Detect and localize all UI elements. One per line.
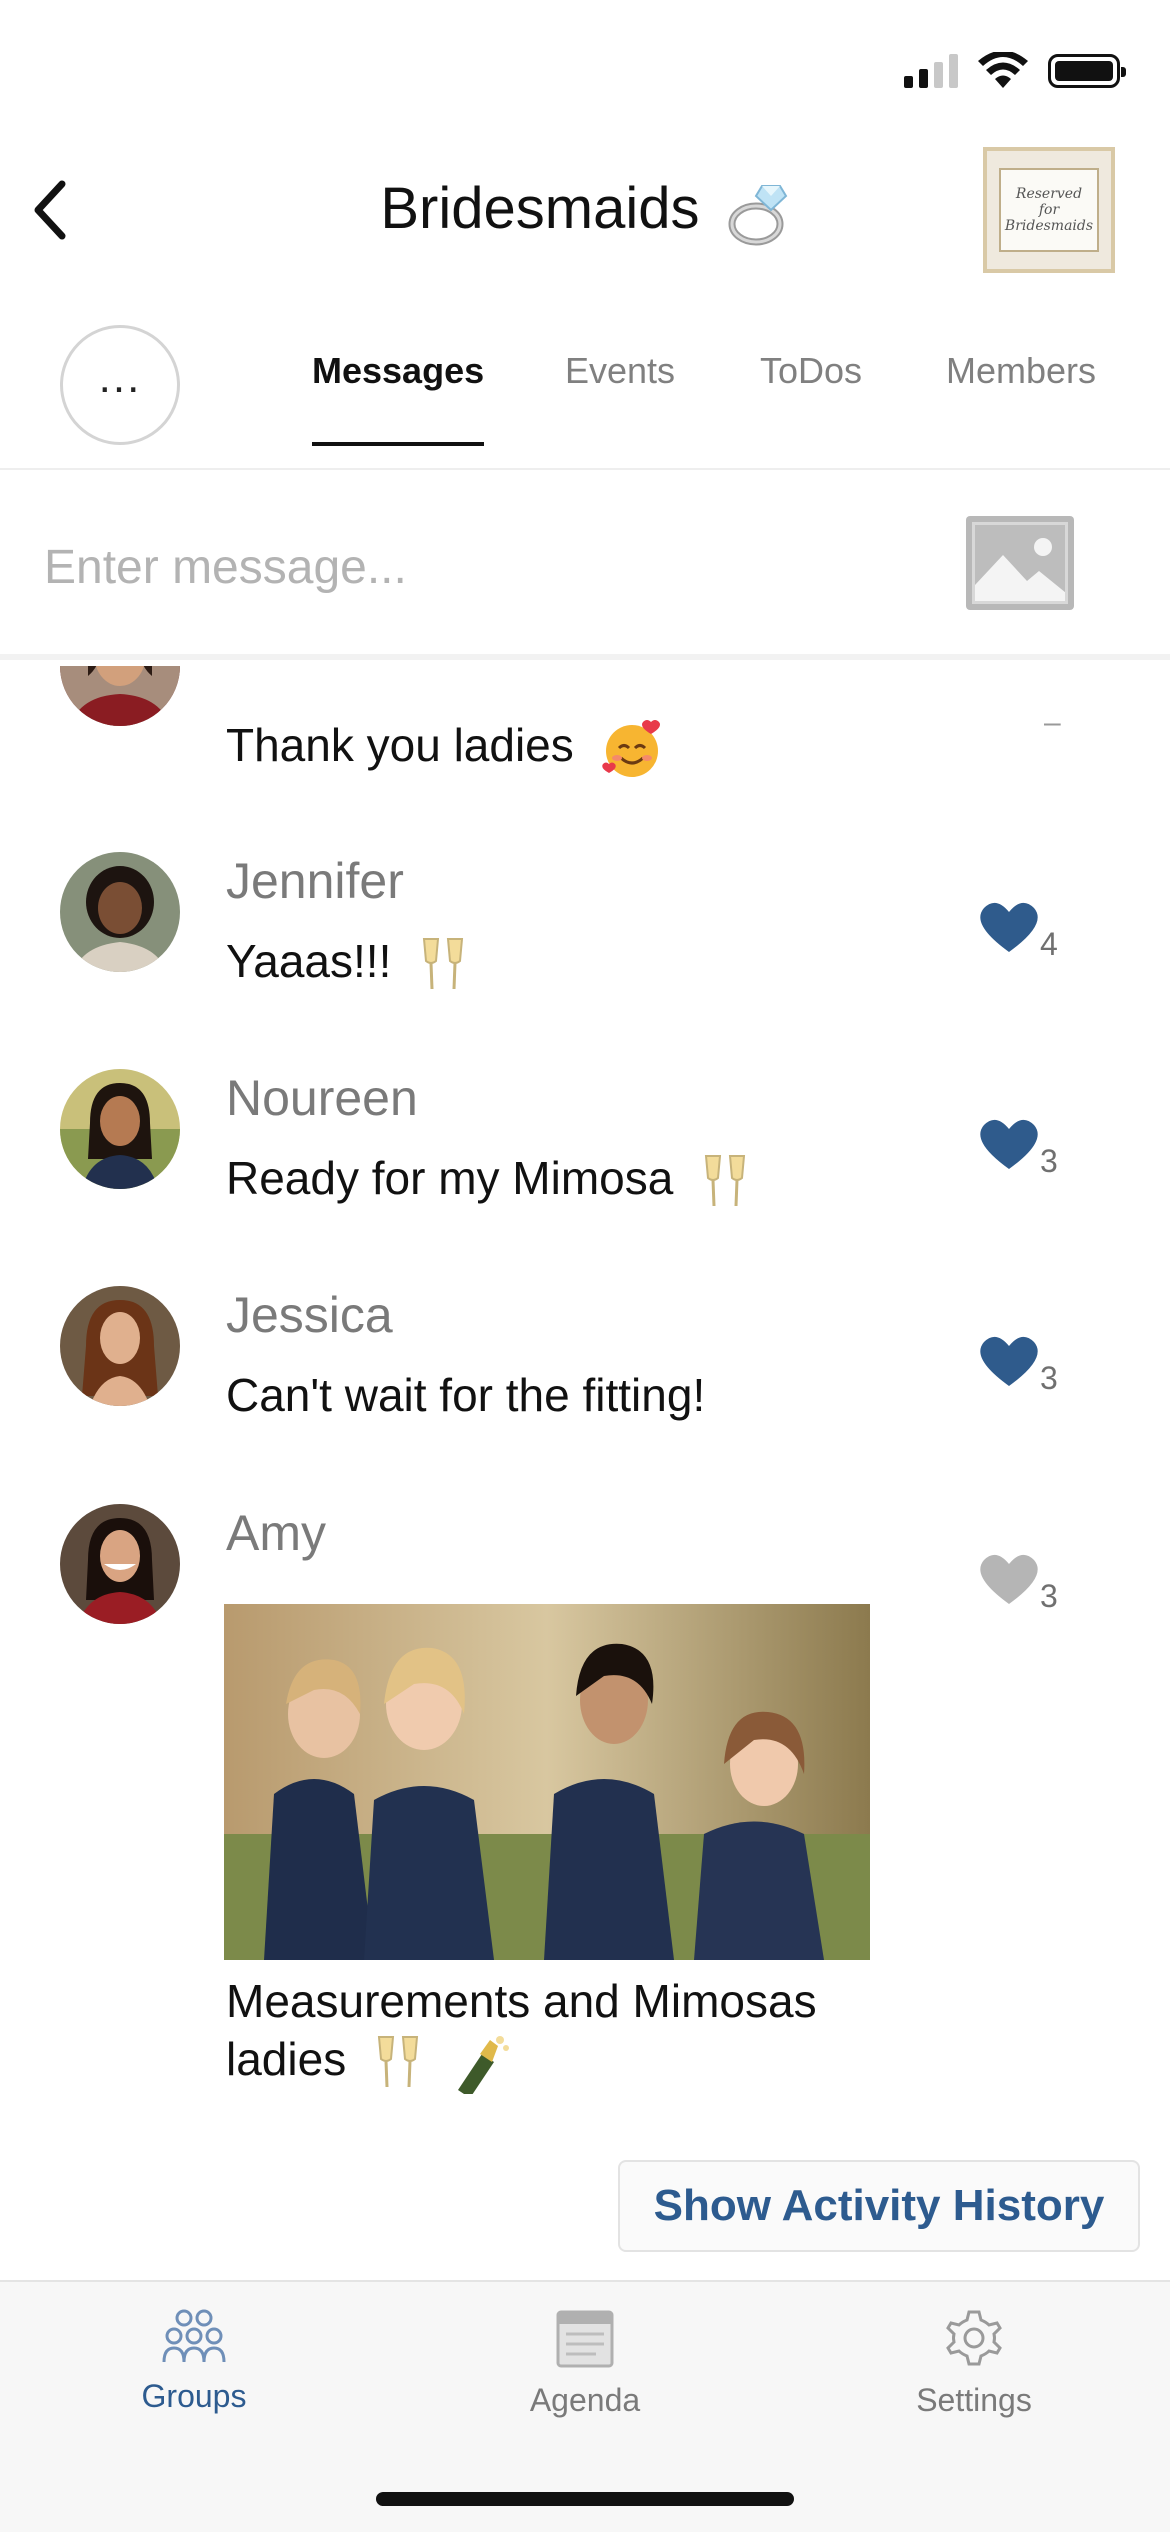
champagne-bottle-emoji-icon (457, 2036, 509, 2094)
like-button[interactable]: 3 (978, 1550, 1068, 1620)
sender-name: Noureen (226, 1070, 418, 1126)
nav-agenda[interactable]: Agenda (465, 2308, 705, 2468)
like-count: 3 (1040, 1360, 1058, 1396)
avatar (60, 666, 180, 726)
message-input[interactable] (44, 532, 904, 602)
collapse-indicator: – (1044, 706, 1061, 739)
sender-name: Jennifer (226, 853, 404, 909)
like-button[interactable]: 4 (978, 898, 1068, 968)
avatar[interactable] (60, 1069, 180, 1189)
like-count: 4 (1040, 926, 1058, 962)
message-text: Yaaas!!! (226, 934, 468, 995)
header: Bridesmaids Reserved for Bridesmaids (0, 130, 1170, 290)
avatar[interactable] (60, 1504, 180, 1624)
groups-icon (162, 2309, 226, 2363)
wifi-icon (978, 52, 1028, 88)
avatar[interactable] (60, 852, 180, 972)
smiling-face-with-hearts-emoji-icon (601, 720, 660, 777)
message-text-line-1: Measurements and Mimosas (226, 1975, 817, 2027)
group-image[interactable]: Reserved for Bridesmaids (983, 147, 1115, 273)
clinking-glasses-emoji-icon (377, 2036, 419, 2088)
message-text: Thank you ladies (226, 718, 663, 780)
message-list: – Thank you ladies Jennifer Yaaas!!! 4 N… (0, 666, 1170, 2282)
like-button[interactable]: 3 (978, 1332, 1068, 1402)
battery-icon (1048, 54, 1126, 88)
sender-name: Jessica (226, 1287, 393, 1343)
more-options-button[interactable]: ... (60, 325, 180, 445)
like-count: 3 (1040, 1578, 1058, 1614)
clinking-glasses-emoji-icon (423, 937, 464, 989)
agenda-icon (556, 2310, 614, 2368)
message-text-line-2: ladies (226, 2032, 510, 2094)
tab-bar: ... Messages Events ToDos Members (0, 320, 1170, 470)
show-activity-history-button[interactable]: Show Activity History (618, 2160, 1140, 2252)
group-title: Bridesmaids (380, 176, 700, 241)
nav-agenda-label: Agenda (529, 2382, 641, 2418)
like-button[interactable]: 3 (978, 1115, 1068, 1185)
status-bar (0, 0, 1170, 130)
group-image-sign: Reserved for Bridesmaids (999, 168, 1099, 252)
heart-icon (980, 1119, 1038, 1169)
avatar[interactable] (60, 1286, 180, 1406)
sender-name: Amy (226, 1505, 326, 1561)
attach-image-button[interactable] (966, 516, 1074, 610)
tab-todos[interactable]: ToDos (760, 350, 862, 450)
ring-emoji-icon (728, 184, 787, 246)
image-icon (972, 522, 1068, 604)
nav-settings[interactable]: Settings (854, 2308, 1094, 2468)
tab-members[interactable]: Members (946, 350, 1096, 450)
nav-groups-label: Groups (141, 2378, 247, 2414)
nav-settings-label: Settings (916, 2382, 1032, 2418)
heart-outline-icon (980, 1554, 1038, 1604)
message-text: Ready for my Mimosa (226, 1151, 750, 1212)
tab-events[interactable]: Events (565, 350, 675, 450)
nav-groups[interactable]: Groups (74, 2308, 314, 2468)
home-indicator[interactable] (376, 2492, 794, 2506)
tab-messages[interactable]: Messages (312, 350, 485, 450)
message-photo[interactable] (224, 1604, 870, 1960)
message-text: Can't wait for the fitting! (226, 1369, 706, 1421)
status-icons (904, 52, 1126, 90)
clinking-glasses-emoji-icon (705, 1154, 746, 1206)
settings-icon (946, 2310, 1002, 2366)
cellular-signal-icon (904, 54, 958, 88)
message-composer (0, 472, 1170, 660)
heart-icon (980, 1336, 1038, 1386)
heart-icon (980, 902, 1038, 952)
like-count: 3 (1040, 1143, 1058, 1179)
